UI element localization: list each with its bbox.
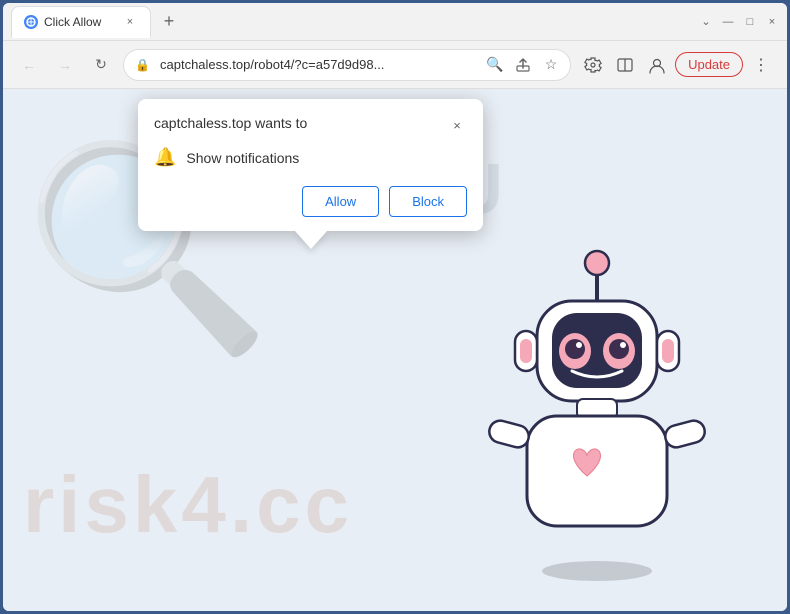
browser-content: 🔍 OU risk4.cc [3,89,787,611]
window-controls: ⌄ — □ × [699,15,779,29]
close-button[interactable]: × [765,15,779,29]
popup-tail [295,231,327,249]
address-input-wrapper: 🔒 captchaless.top/robot4/?c=a57d9d98... … [123,49,571,81]
maximize-button[interactable]: □ [743,15,757,29]
browser-window: Click Allow × + ⌄ — □ × ← → ↻ 🔒 captchal… [3,3,787,611]
extensions-icon[interactable] [579,51,607,79]
profile-icon[interactable] [643,51,671,79]
watermark-text: risk4.cc [23,459,353,551]
popup-actions: Allow Block [154,186,467,217]
minimize-button[interactable]: — [721,15,735,29]
browser-tab[interactable]: Click Allow × [11,6,151,38]
tab-title: Click Allow [44,15,116,29]
menu-icon[interactable]: ⋮ [747,51,775,79]
search-icon[interactable]: 🔍 [483,53,507,77]
lock-icon: 🔒 [135,58,150,72]
back-icon: ← [22,57,36,73]
title-bar: Click Allow × + ⌄ — □ × [3,3,787,41]
bell-icon: 🔔 [154,147,176,168]
forward-icon: → [58,57,72,73]
popup-header: captchaless.top wants to × [154,115,467,135]
popup-title: captchaless.top wants to [154,115,307,131]
notification-row: 🔔 Show notifications [154,147,467,168]
popup-close-button[interactable]: × [447,115,467,135]
address-bar: ← → ↻ 🔒 captchaless.top/robot4/?c=a57d9d… [3,41,787,89]
back-button[interactable]: ← [15,51,43,79]
notification-text: Show notifications [186,150,299,166]
address-actions: 🔍 ☆ [483,53,563,77]
update-button[interactable]: Update [675,52,743,77]
block-button[interactable]: Block [389,186,467,217]
new-tab-button[interactable]: + [155,8,183,36]
toolbar-icons: Update ⋮ [579,51,775,79]
bookmark-icon[interactable]: ☆ [539,53,563,77]
notification-popup: captchaless.top wants to × 🔔 Show notifi… [138,99,483,231]
reload-button[interactable]: ↻ [87,51,115,79]
robot-illustration [467,241,727,581]
reload-icon: ↻ [95,56,107,73]
tab-favicon [24,15,38,29]
robot-svg [467,241,727,581]
split-screen-icon[interactable] [611,51,639,79]
share-icon[interactable] [511,53,535,77]
forward-button[interactable]: → [51,51,79,79]
allow-button[interactable]: Allow [302,186,379,217]
chevron-down-icon[interactable]: ⌄ [699,15,713,29]
tab-close-button[interactable]: × [122,14,138,30]
tab-area: Click Allow × + [11,6,691,38]
